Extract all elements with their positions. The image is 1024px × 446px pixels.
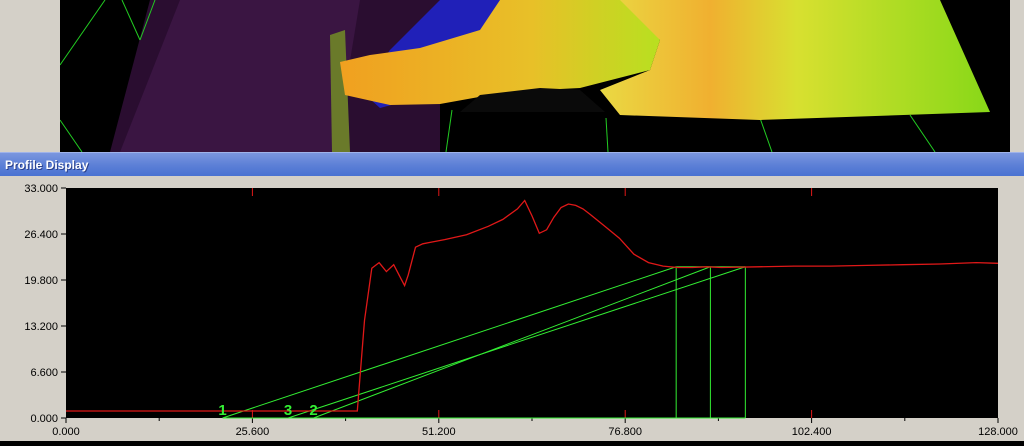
wire-line	[121, 0, 141, 41]
profile-chart[interactable]: 0.000 6.600 13.200 19.800 26.400 33.000 0.000…	[0, 176, 1024, 441]
marker-label[interactable]: 2	[309, 402, 317, 419]
window-title: Profile Display	[5, 158, 89, 172]
y-tick-label: 6.600	[30, 367, 58, 379]
wire-line	[60, 0, 106, 66]
wire-line	[605, 117, 609, 152]
profile-chart-panel: 0.000 6.600 13.200 19.800 26.400 33.000 0.000…	[0, 176, 1024, 441]
plot-area	[66, 188, 998, 418]
y-tick-label: 19.800	[24, 275, 58, 287]
surface-render	[60, 0, 990, 152]
x-tick-label: 51.200	[422, 426, 456, 438]
marker-label[interactable]: 1	[218, 402, 226, 419]
x-tick-label: 102.400	[792, 426, 832, 438]
wire-line	[909, 114, 936, 152]
surface-3d-view[interactable]	[0, 0, 1024, 152]
left-panel-strip	[0, 0, 60, 152]
wire-line	[60, 119, 83, 152]
y-tick-label: 0.000	[30, 413, 58, 425]
profile-display-window: Profile Display 0.000 6.600 13.200 19.800 26…	[0, 152, 1024, 441]
window-titlebar[interactable]: Profile Display	[0, 152, 1024, 176]
y-tick-label: 33.000	[24, 183, 58, 195]
x-tick-label: 128.000	[978, 426, 1018, 438]
x-tick-label: 76.800	[608, 426, 642, 438]
x-tick-label: 25.600	[236, 426, 270, 438]
marker-label[interactable]: 3	[284, 402, 292, 419]
wire-line	[445, 109, 453, 152]
y-tick-label: 26.400	[24, 229, 58, 241]
wire-line	[759, 117, 773, 152]
y-tick-label: 13.200	[24, 321, 58, 333]
x-tick-label: 0.000	[52, 426, 80, 438]
